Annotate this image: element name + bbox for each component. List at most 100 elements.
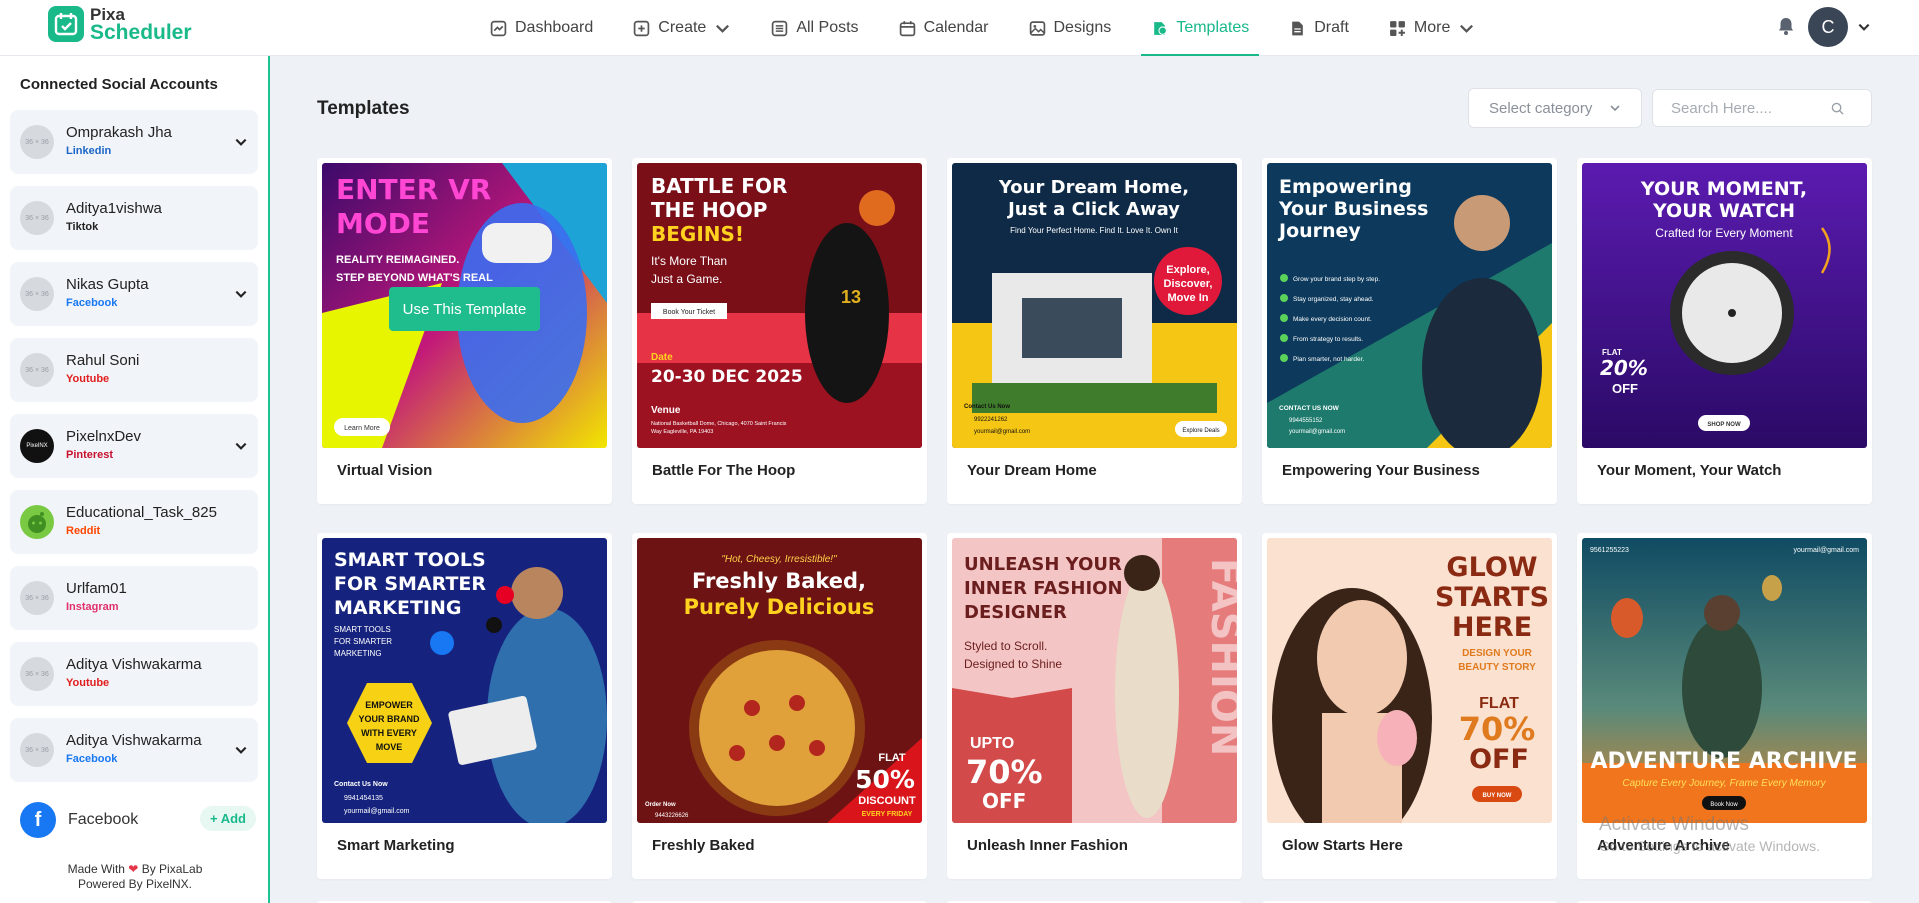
user-avatar[interactable]: C (1808, 7, 1848, 47)
template-card[interactable]: UNLEASH YOUR INNER FASHION DESIGNER Styl… (947, 533, 1242, 879)
thumb-headline: MARKETING (334, 597, 461, 619)
template-thumbnail[interactable]: 9561255223 yourmail@gmail.com ADVENTURE … (1582, 538, 1867, 823)
thumb-text: OFF (1612, 381, 1638, 396)
template-image: 9561255223 yourmail@gmail.com ADVENTURE … (1582, 538, 1867, 823)
template-image: SMART TOOLS FOR SMARTER MARKETING SMART … (322, 538, 607, 823)
account-item[interactable]: 36 × 36 Aditya1vishwa Tiktok (10, 186, 258, 250)
nav-create[interactable]: Create (613, 0, 751, 56)
account-network: Youtube (66, 677, 110, 689)
image-icon (1029, 20, 1045, 36)
template-name: Glow Starts Here (1282, 837, 1403, 854)
thumb-text: Grow your brand step by step. (1293, 276, 1380, 283)
thumb-text: Make every decision count. (1293, 316, 1372, 323)
avatar: 36 × 36 (20, 277, 54, 311)
thumb-button-text: SHOP NOW (1707, 422, 1741, 428)
thumb-text: 70% (966, 753, 1043, 791)
thumb-text: 9443226626 (655, 813, 689, 819)
account-item[interactable]: 36 × 36 Aditya Vishwakarma Facebook (10, 718, 258, 782)
account-item[interactable]: 36 × 36 Nikas Gupta Facebook (10, 262, 258, 326)
template-thumbnail[interactable]: BATTLE FOR THE HOOP BEGINS! It's More Th… (637, 163, 922, 448)
account-item[interactable]: 36 × 36 Aditya Vishwakarma Youtube (10, 642, 258, 706)
account-item[interactable]: 36 × 36 Rahul Soni Youtube (10, 338, 258, 402)
account-name: Urlfam01 (66, 580, 127, 597)
nav-more[interactable]: More (1369, 0, 1495, 56)
thumb-text: 50% (855, 765, 915, 794)
template-name: Virtual Vision (337, 462, 433, 479)
template-card[interactable]: BATTLE FOR THE HOOP BEGINS! It's More Th… (632, 158, 927, 504)
search-input[interactable] (1671, 99, 1831, 117)
thumb-headline: YOUR MOMENT, (1640, 178, 1807, 200)
account-item[interactable]: PixelNX PixelnxDev Pinterest (10, 414, 258, 478)
thumb-text: CONTACT US NOW (1279, 405, 1340, 412)
top-navbar: Pixa Scheduler Dashboard Create All Post… (0, 0, 1919, 56)
thumb-subtext: STEP BEYOND WHAT'S REAL (336, 272, 493, 284)
thumb-text: Order Now (645, 802, 676, 808)
chevron-down-icon[interactable] (234, 439, 248, 453)
app-logo[interactable]: Pixa Scheduler (48, 6, 192, 43)
thumb-button-text: Book Your Ticket (663, 309, 715, 316)
use-template-button[interactable]: Use This Template (389, 287, 540, 331)
thumb-subtext: Capture Every Journey, Frame Every Memor… (1622, 778, 1826, 789)
avatar: 36 × 36 (20, 657, 54, 691)
category-select[interactable]: Select category (1468, 88, 1642, 128)
template-thumbnail[interactable]: SMART TOOLS FOR SMARTER MARKETING SMART … (322, 538, 607, 823)
template-card[interactable]: Your Dream Home, Just a Click Away Find … (947, 158, 1242, 504)
template-thumbnail[interactable]: UNLEASH YOUR INNER FASHION DESIGNER Styl… (952, 538, 1237, 823)
thumb-headline: FOR SMARTER (334, 573, 486, 595)
chevron-down-icon[interactable] (234, 135, 248, 149)
template-image: UNLEASH YOUR INNER FASHION DESIGNER Styl… (952, 538, 1237, 823)
by-pixalab-text: By PixaLab (141, 862, 203, 876)
account-network: Reddit (66, 525, 101, 537)
template-name: Smart Marketing (337, 837, 455, 854)
template-card[interactable]: SMART TOOLS FOR SMARTER MARKETING SMART … (317, 533, 612, 879)
chevron-down-icon[interactable] (1857, 20, 1871, 34)
account-name: Rahul Soni (66, 352, 140, 369)
thumb-headline: Your Dream Home, (998, 177, 1189, 198)
thumb-subtext: "Hot, Cheesy, Irresistible!" (721, 554, 837, 565)
template-card[interactable]: Empowering Your Business Journey Grow yo… (1262, 158, 1557, 504)
add-account-button[interactable]: + Add (199, 806, 256, 831)
nav-all-posts[interactable]: All Posts (751, 0, 878, 56)
chevron-down-icon[interactable] (234, 743, 248, 757)
bell-icon[interactable] (1776, 16, 1796, 36)
template-card[interactable]: "Hot, Cheesy, Irresistible!" Freshly Bak… (632, 533, 927, 879)
template-thumbnail[interactable]: GLOW STARTS HERE DESIGN YOUR BEAUTY STOR… (1267, 538, 1552, 823)
thumb-text: 9941454135 (344, 795, 383, 802)
thumb-headline: Journey (1277, 220, 1361, 242)
account-item[interactable]: 36 × 36 Urlfam01 Instagram (10, 566, 258, 630)
nav-designs[interactable]: Designs (1009, 0, 1132, 56)
template-image: "Hot, Cheesy, Irresistible!" Freshly Bak… (637, 538, 922, 823)
template-thumbnail[interactable]: Your Dream Home, Just a Click Away Find … (952, 163, 1237, 448)
avatar: 36 × 36 (20, 125, 54, 159)
nav-draft[interactable]: Draft (1269, 0, 1369, 56)
template-card[interactable]: ENTER VR MODE REALITY REIMAGINED. STEP B… (317, 158, 612, 504)
add-facebook-row: f Facebook + Add (20, 802, 256, 838)
thumb-text: MOVE (376, 742, 403, 752)
account-name: Aditya Vishwakarma (66, 732, 202, 749)
nav-calendar[interactable]: Calendar (879, 0, 1009, 56)
thumb-subtext: DESIGN YOUR (1462, 648, 1533, 659)
thumb-text: Move In (1168, 292, 1209, 304)
chevron-down-icon[interactable] (234, 287, 248, 301)
template-card[interactable]: GLOW STARTS HERE DESIGN YOUR BEAUTY STOR… (1262, 533, 1557, 879)
thumb-text: Stay organized, stay ahead. (1293, 296, 1374, 303)
template-card[interactable]: YOUR MOMENT, YOUR WATCH Crafted for Ever… (1577, 158, 1872, 504)
template-thumbnail[interactable]: YOUR MOMENT, YOUR WATCH Crafted for Ever… (1582, 163, 1867, 448)
template-name: Unleash Inner Fashion (967, 837, 1128, 854)
thumb-headline: BEGINS! (651, 222, 744, 246)
thumb-headline: Just a Click Away (1006, 199, 1180, 220)
category-select-label: Select category (1489, 99, 1593, 117)
nav-templates[interactable]: Templates (1131, 0, 1269, 56)
grid-plus-icon (1389, 20, 1405, 36)
thumb-text: Contact Us Now (964, 404, 1010, 410)
search-icon[interactable] (1831, 102, 1844, 115)
nav-dashboard[interactable]: Dashboard (470, 0, 613, 56)
template-thumbnail[interactable]: Empowering Your Business Journey Grow yo… (1267, 163, 1552, 448)
account-item[interactable]: 36 × 36 Omprakash Jha Linkedin (10, 110, 258, 174)
thumb-headline: UNLEASH YOUR (964, 554, 1122, 575)
template-thumbnail[interactable]: "Hot, Cheesy, Irresistible!" Freshly Bak… (637, 538, 922, 823)
add-label: Add (220, 811, 246, 826)
template-thumbnail[interactable]: ENTER VR MODE REALITY REIMAGINED. STEP B… (322, 163, 607, 448)
account-item[interactable]: Educational_Task_825 Reddit (10, 490, 258, 554)
template-image: GLOW STARTS HERE DESIGN YOUR BEAUTY STOR… (1267, 538, 1552, 823)
